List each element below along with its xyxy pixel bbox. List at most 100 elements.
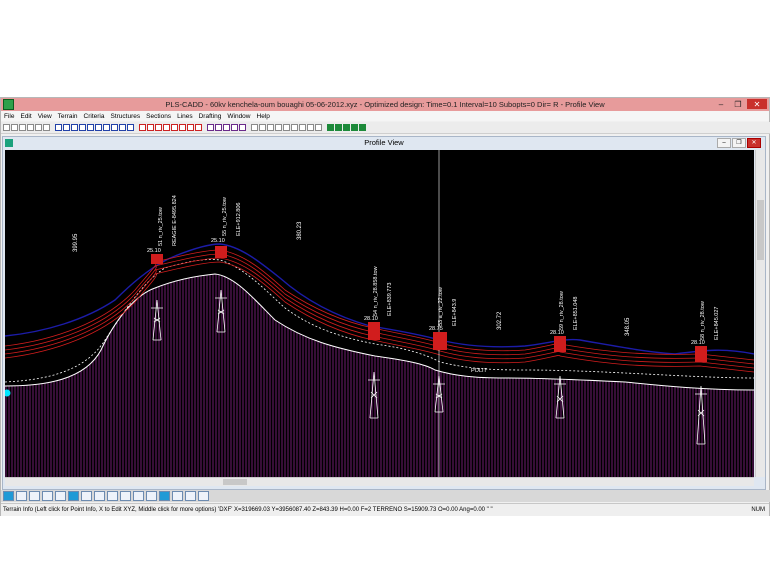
view-tool-icon[interactable] xyxy=(359,124,366,131)
structure-tool-icon[interactable] xyxy=(195,124,202,131)
profile-view-titlebar[interactable]: Profile View – ❐ ✕ xyxy=(3,137,765,148)
view-tool-icon[interactable] xyxy=(343,124,350,131)
task-window-icon[interactable] xyxy=(185,491,196,501)
menu-view[interactable]: View xyxy=(35,113,55,120)
paste-icon[interactable] xyxy=(43,124,50,131)
menu-sections[interactable]: Sections xyxy=(143,113,174,120)
sag-tool-icon[interactable] xyxy=(207,124,214,131)
percent-tool-icon[interactable] xyxy=(307,124,314,131)
structure-label: 55 n_riv_25.tow xyxy=(222,197,228,236)
task-window-icon[interactable] xyxy=(55,491,66,501)
task-window-icon[interactable] xyxy=(159,491,170,501)
view-tool-icon[interactable] xyxy=(351,124,358,131)
vertical-scroll-thumb[interactable] xyxy=(757,200,764,260)
pan-icon[interactable] xyxy=(87,124,94,131)
sag-tool-icon[interactable] xyxy=(223,124,230,131)
percent-tool-icon[interactable] xyxy=(259,124,266,131)
structure-tool-icon[interactable] xyxy=(187,124,194,131)
task-window-icon[interactable] xyxy=(146,491,157,501)
structure-tool-icon[interactable] xyxy=(147,124,154,131)
span-label: 399.95 xyxy=(73,233,79,252)
zoom-out-icon[interactable] xyxy=(63,124,70,131)
pls-cadd-window: PLS-CADD - 60kv kenchela-oum bouaghi 05-… xyxy=(0,97,770,516)
span-label: 380.23 xyxy=(297,221,303,240)
task-window-icon[interactable] xyxy=(42,491,53,501)
profile-restore-button[interactable]: ❐ xyxy=(732,138,746,148)
structure-elev: 28.10 xyxy=(550,330,564,336)
print-icon[interactable] xyxy=(27,124,34,131)
new-file-icon[interactable] xyxy=(3,124,10,131)
percent-tool-icon[interactable] xyxy=(291,124,298,131)
task-window-icon[interactable] xyxy=(172,491,183,501)
zoom-window-icon[interactable] xyxy=(79,124,86,131)
menu-window[interactable]: Window xyxy=(224,113,253,120)
tools-icon[interactable] xyxy=(127,124,134,131)
restore-button[interactable]: ❐ xyxy=(730,99,746,109)
structure-label: 53 a_riv_22.tow xyxy=(438,287,444,326)
structure-sub-label: ELE+845.027 xyxy=(714,307,720,341)
menu-drafting[interactable]: Drafting xyxy=(196,113,225,120)
structure-sub-label: ELE+851.048 xyxy=(573,297,579,331)
percent-tool-icon[interactable] xyxy=(267,124,274,131)
menu-lines[interactable]: Lines xyxy=(174,113,196,120)
task-window-icon[interactable] xyxy=(133,491,144,501)
menu-structures[interactable]: Structures xyxy=(108,113,144,120)
percent-tool-icon[interactable] xyxy=(315,124,322,131)
sag-tool-icon[interactable] xyxy=(231,124,238,131)
structure-elev: 28.10 xyxy=(691,340,705,346)
title-bar[interactable]: PLS-CADD - 60kv kenchela-oum bouaghi 05-… xyxy=(1,98,769,111)
profile-minimize-button[interactable]: – xyxy=(717,138,731,148)
task-window-icon[interactable] xyxy=(198,491,209,501)
vertical-scrollbar[interactable] xyxy=(755,150,765,477)
menu-edit[interactable]: Edit xyxy=(17,113,34,120)
structure-tool-icon[interactable] xyxy=(171,124,178,131)
structure-tool-icon[interactable] xyxy=(139,124,146,131)
task-window-icon[interactable] xyxy=(29,491,40,501)
task-window-icon[interactable] xyxy=(68,491,79,501)
task-window-icon[interactable] xyxy=(107,491,118,501)
menu-terrain[interactable]: Terrain xyxy=(55,113,81,120)
task-window-icon[interactable] xyxy=(3,491,14,501)
horizontal-scroll-thumb[interactable] xyxy=(223,479,247,485)
profile-canvas[interactable]: 399.95 380.23 302.72 348.05 51 n_riv_25.… xyxy=(5,150,754,477)
structure-elev: 25.10 xyxy=(211,238,225,244)
percent-tool-icon[interactable] xyxy=(251,124,258,131)
menu-file[interactable]: File xyxy=(1,113,17,120)
sag-tool-icon[interactable] xyxy=(239,124,246,131)
structure-tool-icon[interactable] xyxy=(163,124,170,131)
undo-icon[interactable] xyxy=(95,124,102,131)
horizontal-scrollbar[interactable] xyxy=(5,477,754,486)
task-window-icon[interactable] xyxy=(94,491,105,501)
close-button[interactable]: ✕ xyxy=(747,99,767,109)
task-window-icon[interactable] xyxy=(81,491,92,501)
structure-tool-icon[interactable] xyxy=(179,124,186,131)
menu-help[interactable]: Help xyxy=(254,113,273,120)
percent-tool-icon[interactable] xyxy=(275,124,282,131)
redo-icon[interactable] xyxy=(103,124,110,131)
sag-tool-icon[interactable] xyxy=(215,124,222,131)
find-icon[interactable] xyxy=(119,124,126,131)
structure-label: 59 n_riv_28.tow xyxy=(559,291,565,330)
view-tool-icon[interactable] xyxy=(335,124,342,131)
profile-close-button[interactable]: ✕ xyxy=(747,138,761,148)
task-window-icon[interactable] xyxy=(16,491,27,501)
menu-criteria[interactable]: Criteria xyxy=(81,113,108,120)
task-window-icon[interactable] xyxy=(120,491,131,501)
save-icon[interactable] xyxy=(19,124,26,131)
structure-label: 54 n_riv_28.858.tow xyxy=(373,266,379,316)
copy-icon[interactable] xyxy=(35,124,42,131)
refresh-icon[interactable] xyxy=(111,124,118,131)
status-bar: Terrain Info (Left click for Point Info,… xyxy=(1,503,769,516)
zoom-in-icon[interactable] xyxy=(55,124,62,131)
percent-tool-icon[interactable] xyxy=(283,124,290,131)
structure-tool-icon[interactable] xyxy=(155,124,162,131)
structure-label: 58 n_riv_28.tow xyxy=(700,301,706,340)
view-tool-icon[interactable] xyxy=(327,124,334,131)
main-toolbar xyxy=(1,122,770,134)
num-lock-indicator: NUM xyxy=(751,507,765,513)
zoom-add-icon[interactable] xyxy=(71,124,78,131)
percent-tool-icon[interactable] xyxy=(299,124,306,131)
minimize-button[interactable]: – xyxy=(713,99,729,109)
structure-sub-label: ELE+912.806 xyxy=(236,203,242,237)
open-folder-icon[interactable] xyxy=(11,124,18,131)
